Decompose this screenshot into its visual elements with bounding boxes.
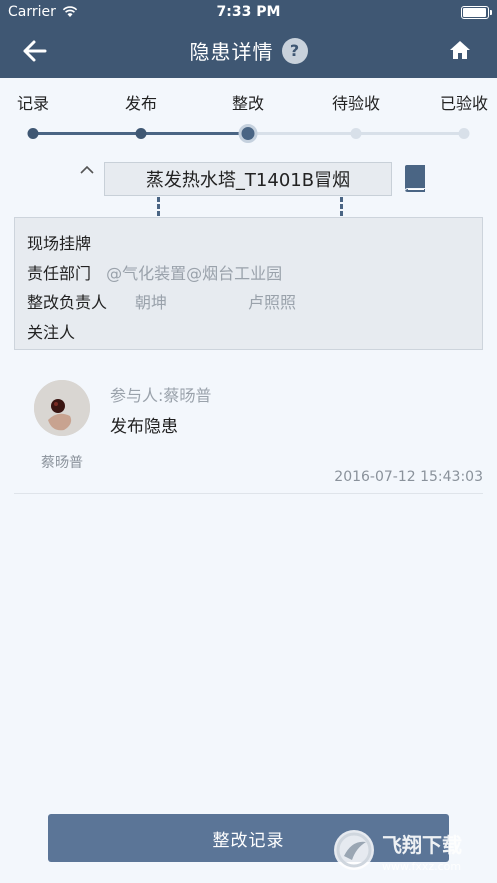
step-dot-publish xyxy=(135,128,147,139)
step-label-publish: 发布 xyxy=(124,94,158,113)
connector-right xyxy=(340,197,343,217)
watermark-url: www.fxxz.com xyxy=(382,860,461,873)
record-action: 发布隐患 xyxy=(110,417,178,437)
hazard-info-panel: 现场挂牌 责任部门 @气化装置@烟台工业园 整改负责人 朝坤 卢照照 关注人 xyxy=(14,217,483,350)
step-dot-checked xyxy=(458,128,470,139)
step-label-rectify: 整改 xyxy=(231,94,265,113)
book-icon[interactable] xyxy=(402,164,427,193)
step-dot-pending-check xyxy=(350,128,362,139)
avatar xyxy=(34,380,90,436)
step-dot-record xyxy=(27,128,39,139)
page-title: 隐患详情 xyxy=(189,40,274,64)
department-label: 责任部门 xyxy=(27,264,92,283)
watermark-text: 飞翔下载 xyxy=(382,833,462,857)
watermark-logo: 飞翔下载 www.fxxz.com xyxy=(334,830,462,873)
nav-bar: 隐患详情 ? xyxy=(0,26,497,78)
hazard-title: 蒸发热水塔_T1401B冒烟 xyxy=(104,162,392,196)
step-label-checked: 已验收 xyxy=(439,94,489,113)
follower-label: 关注人 xyxy=(27,323,76,342)
owner-row: 整改负责人 朝坤 卢照照 xyxy=(27,289,296,313)
owner-name-2: 卢照照 xyxy=(248,293,297,312)
home-icon[interactable] xyxy=(449,39,471,61)
owner-label: 整改负责人 xyxy=(27,293,108,312)
department-value: @气化装置@烟台工业园 xyxy=(106,264,283,283)
avatar-name: 蔡旸普 xyxy=(41,455,83,471)
follower-row: 关注人 xyxy=(27,319,75,343)
record-item: 蔡旸普 参与人:蔡旸普 发布隐患 2016-07-12 15:43:03 xyxy=(14,372,483,494)
connector-left xyxy=(157,197,160,217)
department-row: 责任部门 @气化装置@烟台工业园 xyxy=(27,260,282,284)
avatar-image xyxy=(34,380,90,436)
progress-steps: 记录 发布 整改 待验收 已验收 xyxy=(0,90,497,150)
owner-name-1: 朝坤 xyxy=(135,293,168,312)
record-timestamp: 2016-07-12 15:43:03 xyxy=(334,469,483,485)
help-icon[interactable]: ? xyxy=(281,37,308,64)
step-label-record: 记录 xyxy=(16,94,50,113)
battery-icon xyxy=(461,6,492,19)
participant-text: 参与人:蔡旸普 xyxy=(110,386,212,405)
site-tag-label: 现场挂牌 xyxy=(27,234,92,253)
chevron-up-icon[interactable] xyxy=(78,164,96,176)
nav-title-group: 隐患详情 ? xyxy=(0,36,497,65)
status-time: 7:33 PM xyxy=(216,4,281,20)
status-bar: Carrier 7:33 PM xyxy=(0,0,497,26)
site-tag-row: 现场挂牌 xyxy=(27,230,91,254)
step-label-pending-check: 待验收 xyxy=(331,94,381,113)
step-dot-rectify xyxy=(238,124,258,143)
